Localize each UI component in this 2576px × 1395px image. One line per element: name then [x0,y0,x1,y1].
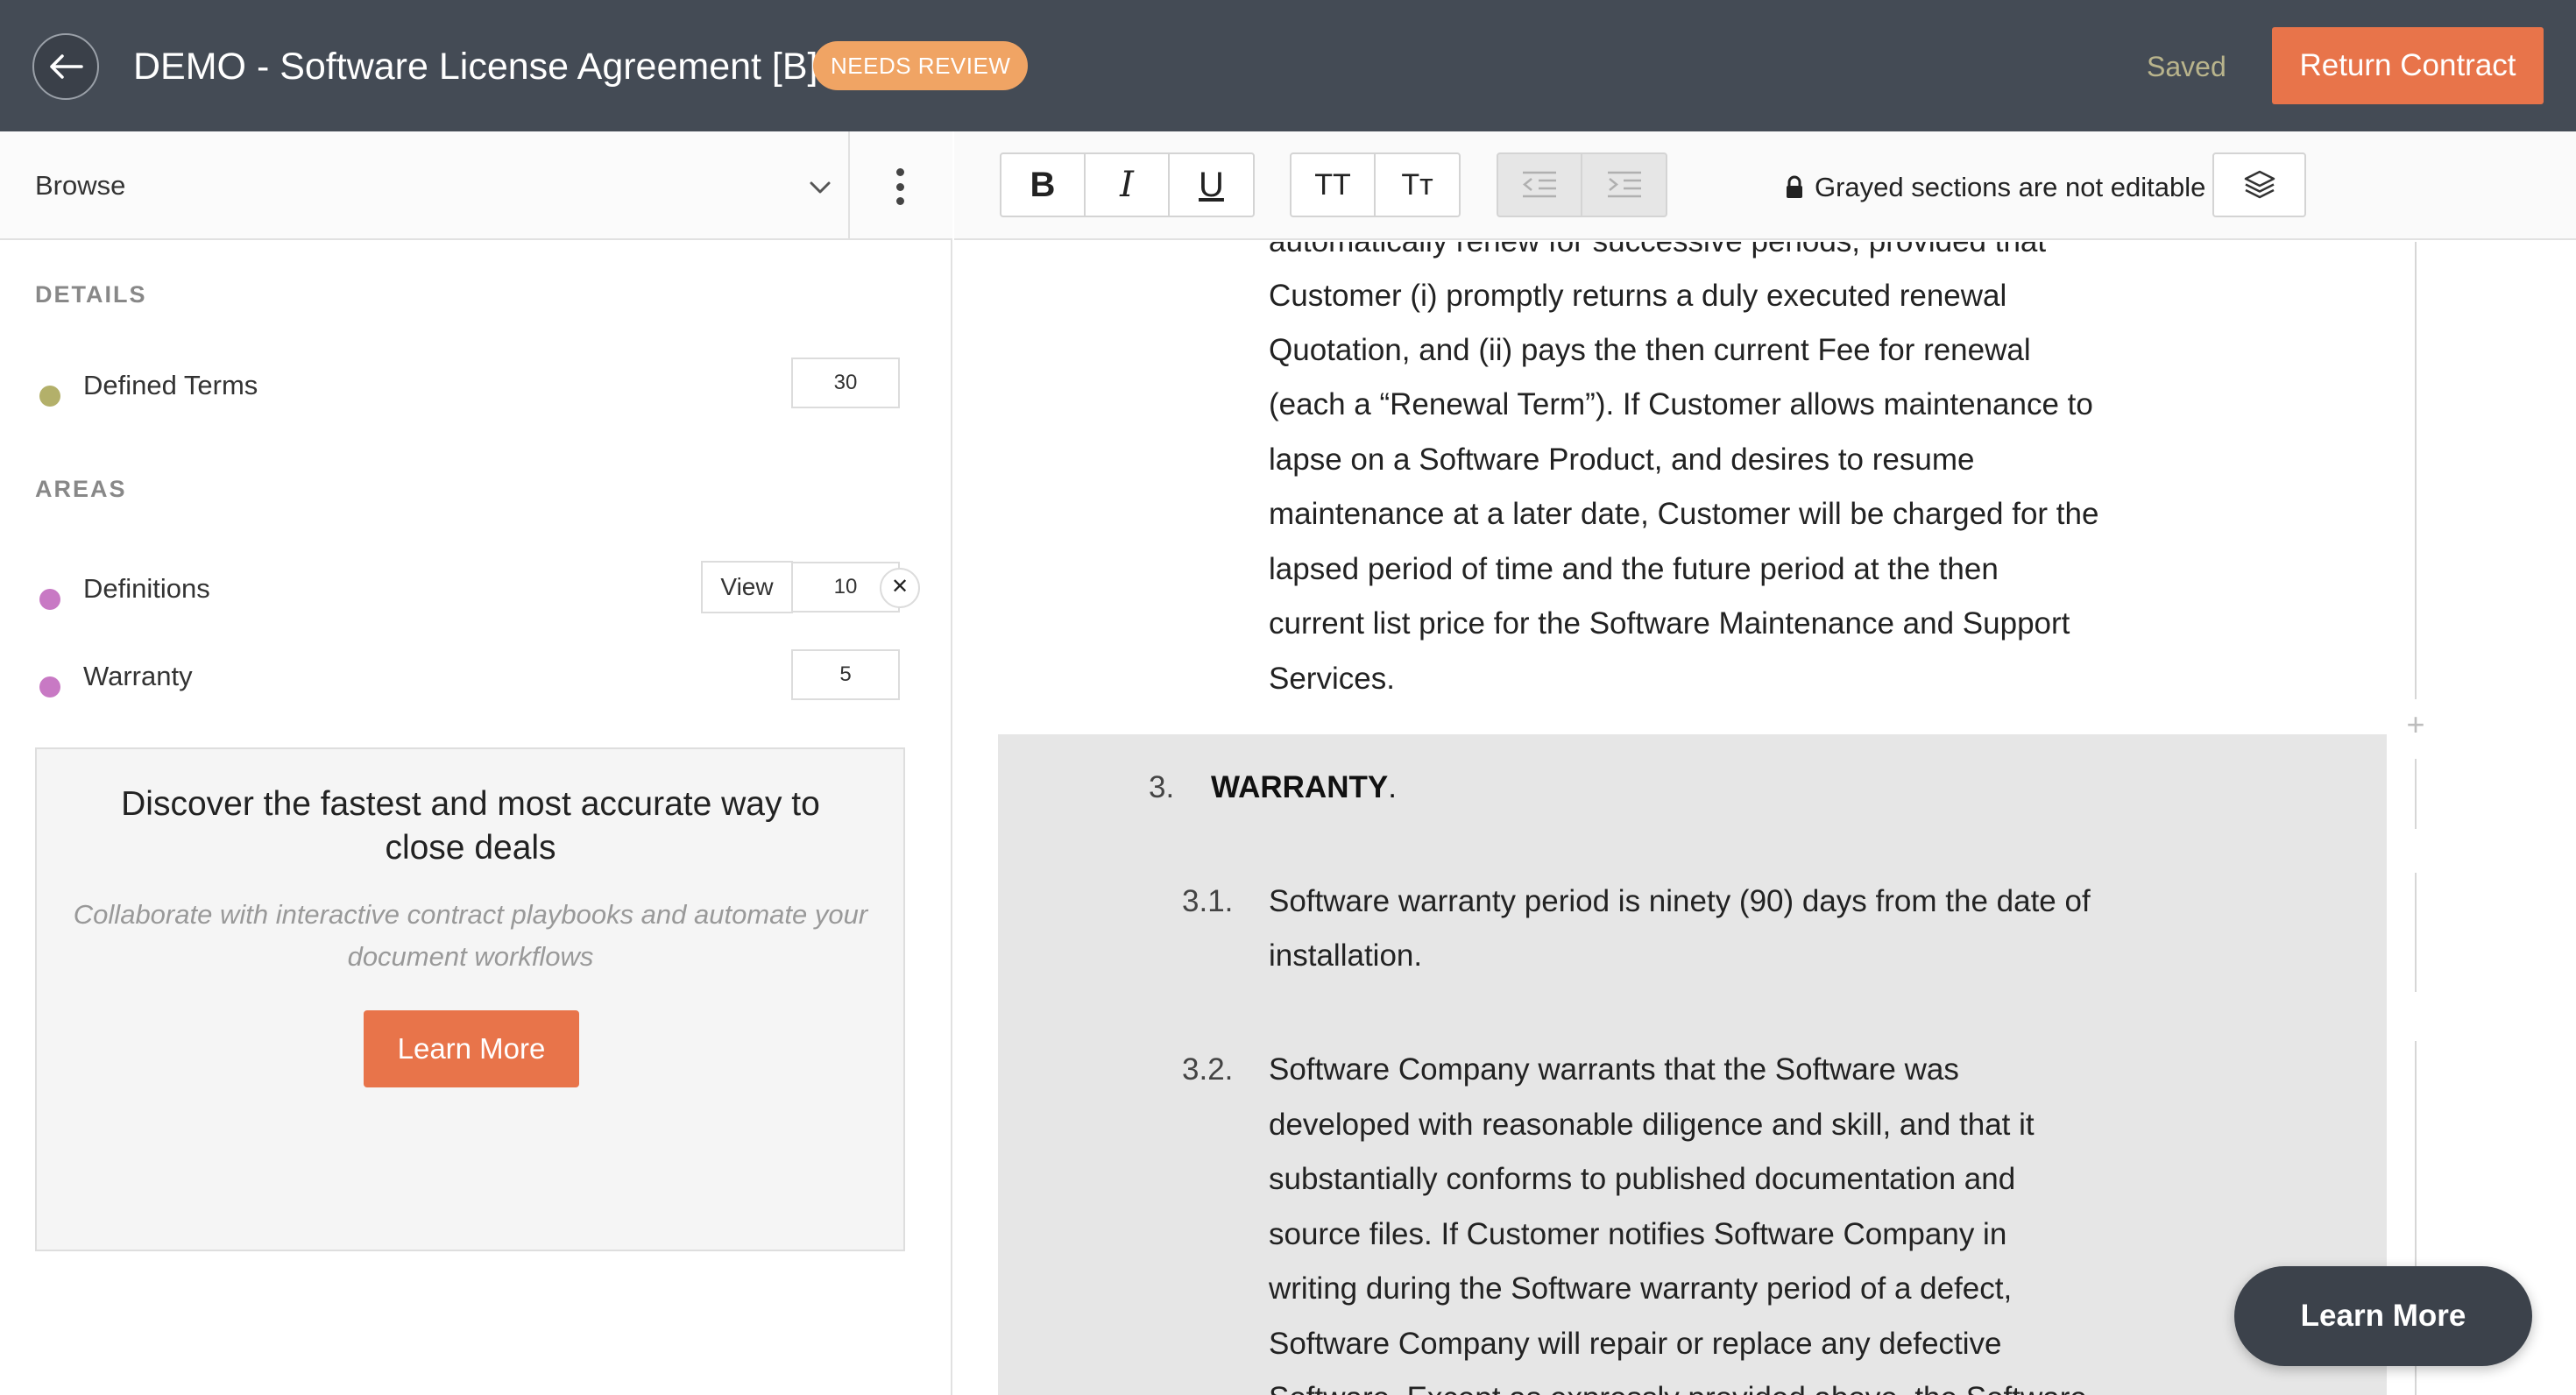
document-line: Software Company warrants that the Softw… [1269,1052,1959,1087]
count-badge: 30 [791,358,900,408]
indent-icon [1607,171,1641,198]
rail-line [2415,242,2417,699]
browse-dropdown[interactable]: Browse [0,131,952,240]
document-line: developed with reasonable diligence and … [1269,1108,2035,1142]
color-dot [39,589,60,610]
case-group: TT Tт [1290,152,1461,217]
document-page: automatically renew for successive perio… [998,242,2387,1395]
clause-number: 3.2. [1182,1052,1234,1087]
section-rail: + [2337,242,2576,1395]
divider [848,131,850,240]
back-button[interactable] [32,33,99,100]
learn-more-fab[interactable]: Learn More [2234,1266,2532,1366]
document-line: maintenance at a later date, Customer wi… [1269,497,2099,531]
lock-note: Grayed sections are not editable [1785,168,2205,207]
layers-icon [2244,170,2275,199]
chevron-down-icon[interactable] [806,173,834,202]
promo-card: Discover the fastest and most accurate w… [35,747,905,1251]
list-item-label: Defined Terms [83,370,258,400]
more-options-icon[interactable] [887,165,913,209]
details-heading: DETAILS [35,281,147,308]
document-line: Software. Except as expressly provided a… [1269,1371,2145,1395]
save-status: Saved [2147,51,2226,82]
add-section-icon[interactable]: + [2402,709,2430,740]
outdent-button[interactable] [1498,154,1582,216]
view-button[interactable]: View [701,561,793,613]
color-dot [39,386,60,407]
section-title: WARRANTY [1211,770,1389,804]
document-line: substantially conforms to published docu… [1269,1162,2016,1196]
section-heading: WARRANTY. [1211,761,1397,816]
section-number: 3. [1149,770,1175,804]
bold-button[interactable]: B [1001,154,1086,216]
format-toolbar: B I U TT Tт Grayed sections are not edit… [954,131,2576,240]
indent-group [1497,152,1667,217]
document-line: lapse on a Software Product, and desires… [1269,443,1975,477]
close-icon[interactable]: ✕ [880,568,920,608]
document-line: lapsed period of time and the future per… [1269,552,1999,586]
return-contract-button[interactable]: Return Contract [2272,27,2544,104]
lock-note-text: Grayed sections are not editable [1815,172,2206,202]
top-bar: DEMO - Software License Agreement [B] NE… [0,0,2576,131]
uppercase-button[interactable]: TT [1292,154,1376,216]
count-badge: 5 [791,649,900,700]
status-badge: NEEDS REVIEW [813,41,1029,90]
list-item-label: Warranty [83,661,193,691]
document-line: Customer (i) promptly returns a duly exe… [1269,279,2007,313]
document-line: current list price for the Software Main… [1269,606,2070,641]
rail-line [2415,759,2417,829]
arrow-left-icon [50,54,83,79]
underline-button[interactable]: U [1170,154,1253,216]
titlecase-button[interactable]: Tт [1376,154,1459,216]
color-dot [39,676,60,698]
list-item-label: Definitions [83,573,210,604]
italic-button[interactable]: I [1086,154,1170,216]
areas-heading: AREAS [35,476,127,502]
lock-icon [1787,175,1802,198]
promo-title: Discover the fastest and most accurate w… [121,785,820,867]
document-title: DEMO - Software License Agreement [B] [133,46,818,88]
clause-number: 3.1. [1182,884,1234,918]
document-line: Software warranty period is ninety (90) … [1269,884,2091,918]
text-style-group: B I U [1000,152,1255,217]
document-line: Quotation, and (ii) pays the then curren… [1269,333,2031,367]
document-line: writing during the Software warranty per… [1269,1271,2013,1306]
learn-more-button[interactable]: Learn More [364,1010,579,1087]
grayed-section: 3. WARRANTY. 3.1. Software warranty peri… [998,734,2387,1395]
editable-section[interactable]: automatically renew for successive perio… [998,242,2387,734]
document-line: automatically renew for successive perio… [1269,242,2145,270]
document-line: source files. If Customer notifies Softw… [1269,1217,2007,1251]
section-title-suffix: . [1388,770,1397,804]
document-line: (each a “Renewal Term”). If Customer all… [1269,387,2093,421]
document-area: automatically renew for successive perio… [954,242,2576,1395]
document-line: Services. [1269,662,1395,696]
sidebar: Browse DETAILS Defined Terms 30 AREAS De… [0,131,952,1395]
document-line: installation. [1269,938,1423,973]
browse-label: Browse [35,170,126,201]
document-line: Software Company will repair or replace … [1269,1327,2002,1361]
indent-button[interactable] [1582,154,1666,216]
rail-line [2415,873,2417,992]
outdent-icon [1523,171,1556,198]
layers-button[interactable] [2212,152,2306,217]
promo-subtitle: Collaborate with interactive contract pl… [73,899,868,972]
